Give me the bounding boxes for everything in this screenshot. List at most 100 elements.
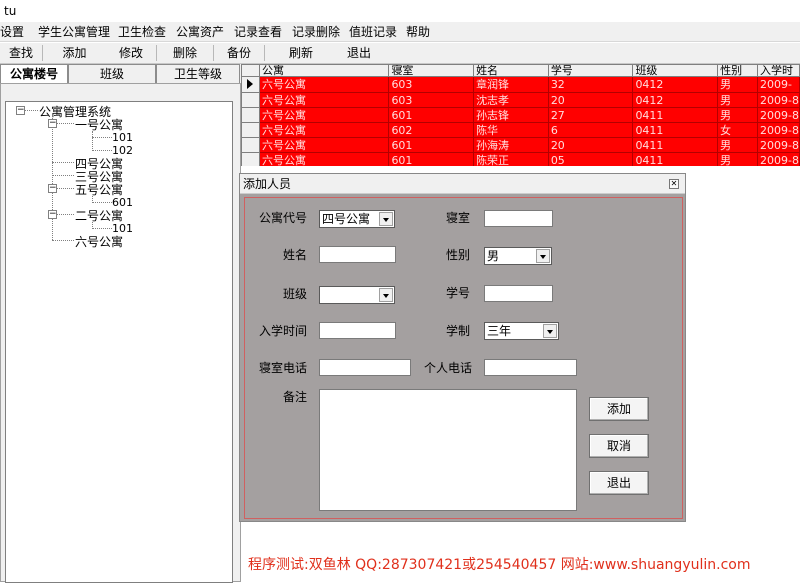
tree-connector — [92, 150, 112, 151]
dialog-exit-button[interactable]: 退出 — [589, 471, 649, 495]
cell-name[interactable]: 孙海涛 — [473, 137, 549, 153]
column-header-class[interactable]: 班级 — [632, 64, 719, 77]
menu-hygiene-check[interactable]: 卫生检查 — [118, 23, 176, 40]
name-input[interactable] — [319, 246, 396, 263]
collapse-icon[interactable]: − — [16, 106, 25, 115]
table-row[interactable]: 六号公寓 603 沈志孝 20 0412 男 2009-8 — [241, 92, 800, 108]
enroll-date-input[interactable] — [319, 322, 396, 339]
cell-room[interactable]: 603 — [388, 76, 475, 93]
cell-gender[interactable]: 男 — [717, 107, 758, 123]
cell-class[interactable]: 0411 — [632, 107, 719, 123]
row-header[interactable] — [241, 92, 260, 108]
tree-node-room-101[interactable]: 101 — [112, 131, 133, 144]
exit-button[interactable]: 退出 — [337, 44, 381, 63]
column-header-gender[interactable]: 性别 — [717, 64, 758, 77]
room-input[interactable] — [484, 210, 553, 227]
class-select[interactable] — [319, 286, 395, 304]
gender-select[interactable]: 男 — [484, 247, 552, 265]
cell-name[interactable]: 孙志锋 — [473, 107, 549, 123]
cell-gender[interactable]: 女 — [717, 122, 758, 138]
cell-room[interactable]: 603 — [388, 92, 475, 108]
refresh-button[interactable]: 刷新 — [265, 44, 337, 63]
cell-apartment[interactable]: 六号公寓 — [258, 137, 390, 153]
column-header-apartment[interactable]: 公寓 — [258, 64, 390, 77]
table-row[interactable]: 六号公寓 601 孙志锋 27 0411 男 2009-8 — [241, 107, 800, 123]
cell-room[interactable]: 602 — [388, 122, 475, 138]
add-button[interactable]: 添加 — [43, 44, 106, 63]
modify-button[interactable]: 修改 — [106, 44, 156, 63]
table-row[interactable]: 六号公寓 603 章润锋 32 0412 男 2009- — [241, 76, 800, 93]
dialog-cancel-button[interactable]: 取消 — [589, 434, 649, 458]
cell-gender[interactable]: 男 — [717, 76, 758, 93]
cell-enroll-date[interactable]: 2009-8 — [757, 107, 800, 123]
column-header-room[interactable]: 寝室 — [388, 64, 475, 77]
cell-name[interactable]: 沈志孝 — [473, 92, 549, 108]
cell-name[interactable]: 章润锋 — [473, 76, 549, 93]
apartment-code-select[interactable]: 四号公寓 — [319, 210, 395, 228]
cell-class[interactable]: 0412 — [632, 76, 719, 93]
cell-class[interactable]: 0411 — [632, 137, 719, 153]
menu-system-settings[interactable]: 统设置 — [0, 23, 38, 40]
table-row[interactable]: 六号公寓 601 孙海涛 20 0411 男 2009-8 — [241, 137, 800, 153]
tab-apartment-building[interactable]: 公寓楼号 — [0, 64, 68, 85]
left-panel: − 公寓管理系统 − 一号公寓 101 102 四号公寓 三号公寓 − 五号公寓… — [0, 83, 241, 583]
collapse-icon[interactable]: − — [48, 184, 57, 193]
collapse-icon[interactable]: − — [48, 119, 57, 128]
apartment-tree[interactable]: − 公寓管理系统 − 一号公寓 101 102 四号公寓 三号公寓 − 五号公寓… — [5, 101, 233, 583]
tab-hygiene-level[interactable]: 卫生等级 — [156, 64, 240, 84]
remarks-textarea[interactable] — [319, 389, 577, 511]
find-button[interactable]: 查找 — [0, 44, 42, 63]
cell-apartment[interactable]: 六号公寓 — [258, 107, 390, 123]
window-title-bar: tu — [0, 0, 800, 22]
cell-student-no[interactable]: 20 — [547, 92, 634, 108]
table-row[interactable]: 六号公寓 602 陈华 6 0411 女 2009-8 — [241, 122, 800, 138]
cell-gender[interactable]: 男 — [717, 137, 758, 153]
cell-apartment[interactable]: 六号公寓 — [258, 76, 390, 93]
student-no-input[interactable] — [484, 285, 553, 302]
cell-apartment[interactable]: 六号公寓 — [258, 122, 390, 138]
cell-enroll-date[interactable]: 2009-8 — [757, 92, 800, 108]
column-header-enroll-date[interactable]: 入学时 — [757, 64, 800, 77]
menu-record-view[interactable]: 记录查看 — [234, 23, 292, 40]
cell-student-no[interactable]: 32 — [547, 76, 634, 93]
column-header-student-no[interactable]: 学号 — [547, 64, 634, 77]
tab-class[interactable]: 班级 — [68, 64, 156, 84]
row-header[interactable] — [241, 107, 260, 123]
menu-record-delete[interactable]: 记录删除 — [292, 23, 349, 40]
tree-node-apartment-6[interactable]: 六号公寓 — [75, 233, 123, 250]
cell-enroll-date[interactable]: 2009- — [757, 76, 800, 93]
chevron-down-icon[interactable] — [379, 288, 393, 302]
cell-name[interactable]: 陈华 — [473, 122, 549, 138]
menu-student-apartment[interactable]: 学生公寓管理 — [38, 23, 118, 40]
cell-student-no[interactable]: 27 — [547, 107, 634, 123]
cell-gender[interactable]: 男 — [717, 92, 758, 108]
row-header[interactable] — [241, 76, 260, 93]
cell-room[interactable]: 601 — [388, 107, 475, 123]
cell-apartment[interactable]: 六号公寓 — [258, 92, 390, 108]
menu-help[interactable]: 帮助 — [406, 23, 436, 40]
personal-phone-input[interactable] — [484, 359, 577, 376]
cell-room[interactable]: 601 — [388, 137, 475, 153]
room-phone-input[interactable] — [319, 359, 411, 376]
cell-enroll-date[interactable]: 2009-8 — [757, 137, 800, 153]
school-system-select[interactable]: 三年 — [484, 322, 559, 340]
row-header[interactable] — [241, 122, 260, 138]
cell-class[interactable]: 0411 — [632, 122, 719, 138]
backup-button[interactable]: 备份 — [214, 44, 264, 63]
menu-duty-record[interactable]: 值班记录 — [349, 23, 406, 40]
cell-enroll-date[interactable]: 2009-8 — [757, 122, 800, 138]
cell-student-no[interactable]: 20 — [547, 137, 634, 153]
chevron-down-icon[interactable] — [536, 249, 550, 263]
column-header-name[interactable]: 姓名 — [473, 64, 549, 77]
chevron-down-icon[interactable] — [379, 212, 393, 226]
chevron-down-icon[interactable] — [543, 324, 557, 338]
delete-button[interactable]: 删除 — [157, 44, 213, 63]
menu-apartment-assets[interactable]: 公寓资产 — [176, 23, 234, 40]
cell-class[interactable]: 0412 — [632, 92, 719, 108]
row-header[interactable] — [241, 137, 260, 153]
dialog-add-button[interactable]: 添加 — [589, 397, 649, 421]
collapse-icon[interactable]: − — [48, 210, 57, 219]
close-icon[interactable]: ✕ — [669, 179, 679, 189]
cell-student-no[interactable]: 6 — [547, 122, 634, 138]
student-data-grid[interactable]: 公寓 寝室 姓名 学号 班级 性别 入学时 六号公寓 603 章润锋 32 0412 男 2… — [241, 64, 800, 168]
